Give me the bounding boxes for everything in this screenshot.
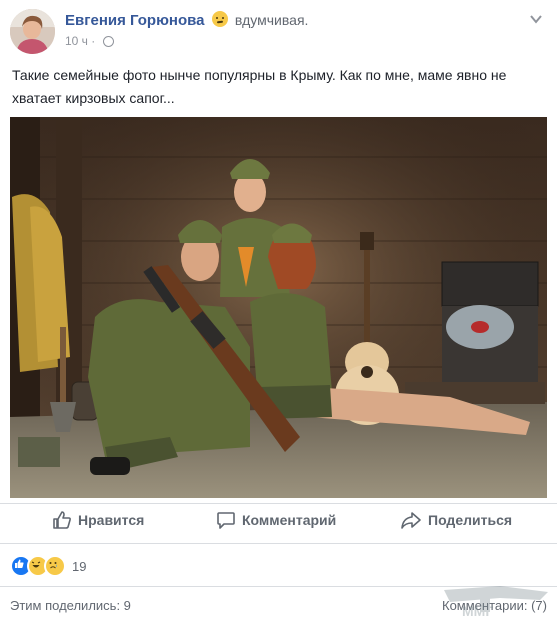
shares-count-link[interactable]: Этим поделились: 9 bbox=[10, 598, 131, 613]
globe-icon[interactable] bbox=[102, 36, 114, 47]
comment-button[interactable]: Комментарий bbox=[216, 508, 336, 532]
reactions-summary[interactable]: 19 bbox=[10, 555, 86, 577]
like-button[interactable]: Нравится bbox=[52, 508, 144, 532]
share-label: Поделиться bbox=[428, 512, 513, 528]
share-arrow-icon bbox=[401, 512, 421, 529]
facebook-post: Евгения Горюнова вдумчивая. 10 ч · Такие… bbox=[0, 0, 557, 624]
avatar-image bbox=[10, 9, 55, 54]
reaction-count: 19 bbox=[72, 558, 87, 574]
share-button[interactable]: Поделиться bbox=[400, 508, 512, 532]
sad-icon bbox=[44, 555, 66, 577]
watermark-text: ММГ bbox=[462, 603, 493, 619]
divider-bottom bbox=[0, 543, 557, 544]
post-time[interactable]: 10 ч bbox=[65, 34, 88, 48]
post-photo[interactable] bbox=[10, 117, 547, 498]
post-options-chevron-icon[interactable] bbox=[529, 12, 543, 26]
author-avatar[interactable] bbox=[10, 9, 55, 54]
author-name[interactable]: Евгения Горюнова bbox=[65, 12, 205, 29]
thinking-face-icon bbox=[211, 11, 228, 27]
comment-bubble-icon bbox=[217, 512, 235, 529]
comment-label: Комментарий bbox=[242, 512, 337, 528]
post-meta: 10 ч · bbox=[65, 34, 114, 48]
watermark-logo: ММГ bbox=[440, 580, 552, 620]
like-label: Нравится bbox=[78, 512, 145, 528]
family-photo-image bbox=[10, 117, 547, 498]
author-line: Евгения Горюнова вдумчивая. bbox=[65, 11, 308, 29]
post-actions: Нравится Комментарий Поделиться bbox=[0, 504, 557, 536]
feeling-text: вдумчивая. bbox=[234, 12, 309, 28]
thumbs-up-icon bbox=[53, 511, 71, 529]
post-text: Такие семейные фото нынче популярны в Кр… bbox=[12, 67, 507, 106]
meta-separator: · bbox=[91, 34, 96, 48]
